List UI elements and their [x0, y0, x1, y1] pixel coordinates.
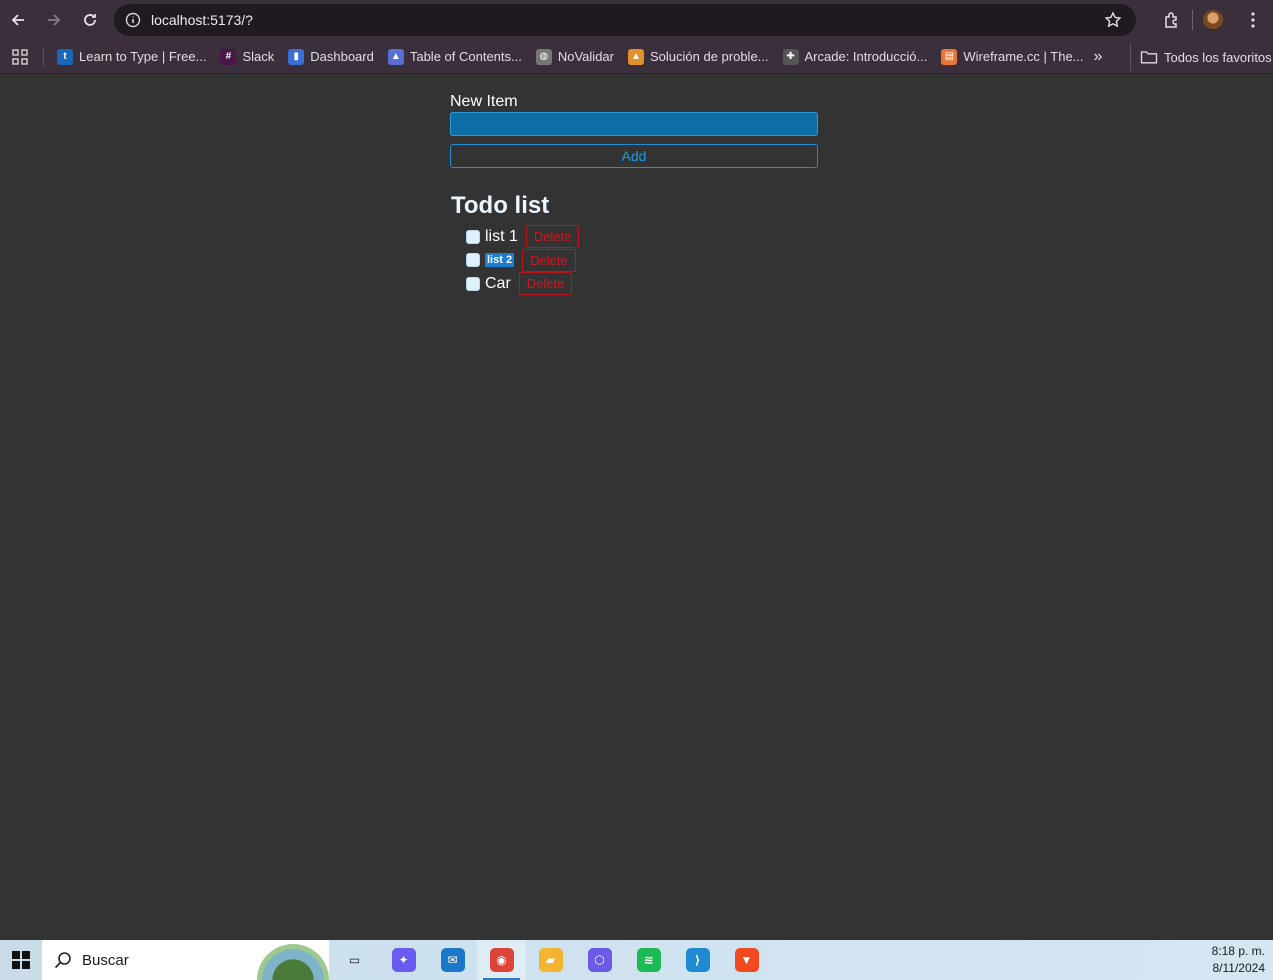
- file-explorer-icon: ▰: [538, 948, 563, 972]
- taskbar-app-button[interactable]: ⬡: [575, 940, 624, 980]
- site-info-icon[interactable]: [116, 12, 150, 28]
- bookmark-label: Dashboard: [310, 49, 374, 64]
- task-view-icon: ▭: [348, 953, 361, 967]
- url-text[interactable]: localhost:5173/?: [151, 12, 253, 28]
- bookmark-item[interactable]: ▮ Dashboard: [281, 43, 381, 71]
- todo-app: New Item Add Todo list list 1 Delete list …: [450, 93, 818, 296]
- add-button[interactable]: Add: [450, 144, 818, 168]
- apps-grid-icon: [12, 48, 28, 65]
- globe-icon: ◍: [535, 48, 552, 65]
- bookmark-item[interactable]: # Slack: [213, 43, 281, 71]
- bookmarks-bar: t Learn to Type | Free... # Slack ▮ Dashboard…: [0, 40, 1273, 74]
- bookmark-label: Table of Contents...: [409, 49, 522, 64]
- bookmark-item[interactable]: ▤ Wireframe.cc | The...: [934, 43, 1090, 71]
- taskbar-app-button[interactable]: ▭: [330, 940, 379, 980]
- avatar: [1203, 10, 1223, 30]
- copilot-icon: ✦: [391, 948, 416, 972]
- bookmark-label: Slack: [242, 49, 275, 64]
- todo-label[interactable]: list 1: [485, 228, 518, 246]
- slack-icon: #: [220, 48, 237, 65]
- todo-item: Car Delete: [466, 272, 818, 296]
- chrome-icon: ◉: [489, 948, 514, 972]
- apps-button[interactable]: [0, 48, 40, 65]
- reload-icon: [84, 14, 96, 26]
- brave-icon: ▼: [734, 948, 759, 972]
- todo-checkbox[interactable]: [466, 276, 480, 291]
- dashboard-chart-icon: ▮: [288, 48, 305, 65]
- taskbar-app-button[interactable]: ✦: [379, 940, 428, 980]
- mail-icon: ✉: [440, 948, 465, 972]
- menu-button[interactable]: [1233, 0, 1273, 40]
- new-item-input[interactable]: [450, 112, 818, 136]
- bookmarks-divider: [43, 47, 44, 66]
- bookmark-list: t Learn to Type | Free... # Slack ▮ Dashboard…: [50, 43, 1091, 71]
- system-clock[interactable]: 8:18 p. m. 8/11/2024: [1212, 943, 1265, 977]
- arcade-icon: ✚: [782, 48, 799, 65]
- bookmark-label: Solución de proble...: [649, 49, 769, 64]
- reload-button[interactable]: [72, 2, 108, 38]
- taskbar-app-button[interactable]: ⟩: [673, 940, 722, 980]
- bookmark-item[interactable]: ✚ Arcade: Introducció...: [776, 43, 935, 71]
- wireframe-icon: ▤: [941, 48, 958, 65]
- taskbar: Buscar ▭ ✦ ✉ ◉ ▰ ⬡ ≋ ⟩ ▼ 8:18 p. m. 8/11/2024: [0, 940, 1273, 980]
- extensions-button[interactable]: [1152, 0, 1192, 40]
- delete-button[interactable]: Delete: [518, 272, 573, 296]
- office-icon: ⬡: [587, 948, 612, 972]
- arrow-right-icon: [48, 14, 61, 26]
- puzzle-icon: [1165, 12, 1177, 28]
- toolbar-right: [1152, 0, 1273, 40]
- typing-site-icon: t: [57, 48, 73, 65]
- todo-item: list 2 Delete: [466, 248, 818, 273]
- vscode-icon: ⟩: [685, 948, 710, 972]
- profile-button[interactable]: [1193, 0, 1233, 40]
- browser-toolbar: localhost:5173/?: [0, 0, 1273, 40]
- clock-time: 8:18 p. m.: [1211, 944, 1265, 958]
- chevron-double-right-icon: »: [1093, 48, 1103, 65]
- taskbar-app-button[interactable]: ▰: [526, 940, 575, 980]
- search-highlight-image: [257, 944, 329, 980]
- start-button[interactable]: [0, 940, 42, 980]
- all-favorites-label: Todos los favoritos: [1164, 49, 1272, 65]
- taskbar-app-button[interactable]: ▼: [722, 940, 771, 980]
- bookmark-item[interactable]: ▲ Solución de proble...: [621, 43, 776, 71]
- bookmark-item[interactable]: ▲ Table of Contents...: [381, 43, 529, 71]
- back-button[interactable]: [0, 2, 36, 38]
- kebab-menu-icon: [1251, 12, 1255, 28]
- address-bar[interactable]: localhost:5173/?: [114, 4, 1136, 36]
- delete-button[interactable]: Delete: [522, 248, 576, 272]
- more-bookmarks-button[interactable]: »: [1084, 43, 1112, 71]
- todo-checkbox[interactable]: [466, 229, 480, 244]
- spotify-icon: ≋: [636, 948, 661, 972]
- bookmark-item[interactable]: t Learn to Type | Free...: [50, 43, 213, 71]
- todo-checkbox[interactable]: [466, 253, 480, 268]
- bookmark-star-icon[interactable]: [1104, 11, 1122, 34]
- bookmark-item[interactable]: ◍ NoValidar: [529, 43, 621, 71]
- windows-logo-icon: [12, 951, 30, 969]
- taskbar-app-button[interactable]: ◉: [477, 940, 526, 980]
- search-placeholder: Buscar: [82, 951, 129, 969]
- todo-item: list 1 Delete: [466, 225, 818, 249]
- triangle-logo-icon: ▲: [627, 48, 644, 65]
- delete-button[interactable]: Delete: [525, 225, 580, 249]
- folder-icon: [1140, 51, 1158, 64]
- all-favorites-folder[interactable]: Todos los favoritos: [1130, 43, 1272, 71]
- clock-date: 8/11/2024: [1212, 961, 1266, 975]
- bookmark-label: NoValidar: [557, 49, 614, 64]
- todo-label[interactable]: Car: [485, 275, 511, 293]
- list-title: Todo list: [451, 192, 550, 219]
- todo-list: list 1 Delete list 2 Delete Car Delete: [466, 225, 818, 296]
- triangle-logo-icon: ▲: [387, 48, 404, 65]
- taskbar-search[interactable]: Buscar: [42, 940, 329, 980]
- taskbar-app-button[interactable]: ≋: [624, 940, 673, 980]
- taskbar-apps: ▭ ✦ ✉ ◉ ▰ ⬡ ≋ ⟩ ▼: [330, 940, 771, 980]
- search-icon: [54, 952, 71, 969]
- bookmark-label: Wireframe.cc | The...: [963, 49, 1084, 64]
- bookmark-label: Learn to Type | Free...: [79, 49, 207, 64]
- forward-button[interactable]: [36, 2, 72, 38]
- new-item-label: New Item: [450, 93, 518, 110]
- arrow-left-icon: [11, 14, 24, 26]
- taskbar-app-button[interactable]: ✉: [428, 940, 477, 980]
- todo-label[interactable]: list 2: [485, 253, 515, 268]
- bookmark-label: Arcade: Introducció...: [804, 49, 928, 64]
